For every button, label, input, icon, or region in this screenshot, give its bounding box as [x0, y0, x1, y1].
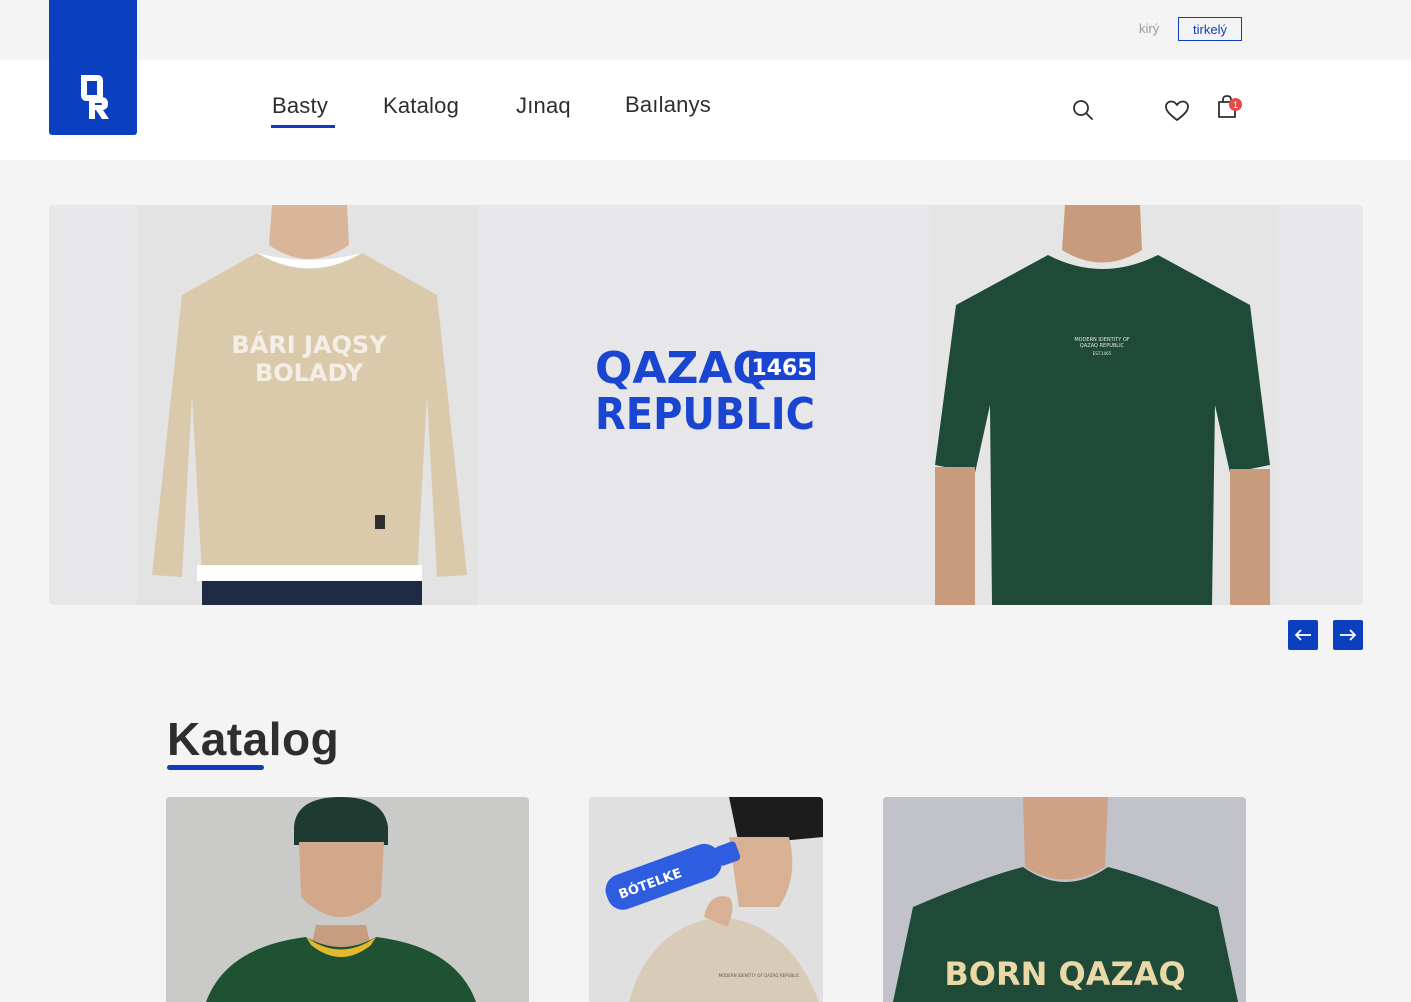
- qr-logo-icon: [81, 75, 109, 119]
- brand-line1: QAZAQ: [595, 345, 770, 394]
- right-print-line2: QAZAQ REPUBLIC: [1080, 343, 1125, 349]
- nav-item-catalog[interactable]: Katalog: [383, 93, 459, 119]
- site-logo[interactable]: [49, 0, 137, 135]
- nav-item-collection[interactable]: Jınaq: [516, 93, 571, 119]
- brand-line2: REPUBLIC: [595, 389, 815, 440]
- brand-year: 1465: [751, 356, 812, 381]
- catalog-title: Katalog: [167, 713, 340, 765]
- login-link[interactable]: kirý: [1139, 21, 1159, 36]
- hero-brand-logo: QAZAQ 1465 REPUBLIC: [595, 343, 825, 449]
- tshirt-illustration: MODERN IDENTITY OF QAZAQ REPUBLIC EST.14…: [930, 205, 1276, 605]
- heart-icon: [1165, 100, 1189, 121]
- nav-item-home[interactable]: Basty: [272, 93, 328, 119]
- nav-item-contact[interactable]: Baılanys: [625, 92, 711, 118]
- catalog-card-bottle[interactable]: BÓTELKE MODERN IDENTITY OF QAZAQ REPUBLI…: [589, 797, 823, 1002]
- left-print-line1: BÁRI JAQSY: [231, 330, 387, 359]
- nav-active-indicator: [271, 125, 335, 128]
- hero-image-sweatshirt: BÁRI JAQSY BOLADY: [137, 205, 478, 605]
- arrow-left-icon: [1294, 629, 1311, 641]
- search-icon: [1073, 100, 1093, 120]
- tee-print: MODERN IDENTITY OF QAZAQ REPUBLIC: [719, 973, 800, 978]
- tshirt-print: BORN QAZAQ: [944, 955, 1185, 993]
- arrow-right-icon: [1340, 629, 1357, 641]
- favorites-button[interactable]: [1164, 99, 1190, 127]
- catalog-card-sweatshirt[interactable]: [166, 797, 529, 1002]
- carousel-next-button[interactable]: [1333, 620, 1363, 650]
- top-utility-bar: kirý tirkelý: [0, 0, 1411, 60]
- cart-count-badge: 1: [1229, 98, 1242, 111]
- catalog-card-tshirt[interactable]: BORN QAZAQ: [883, 797, 1246, 1002]
- right-print-line3: EST.1465: [1093, 351, 1112, 356]
- card-sweatshirt-image: [166, 797, 529, 1002]
- register-button[interactable]: tirkelý: [1178, 17, 1242, 41]
- sweatshirt-illustration: BÁRI JAQSY BOLADY: [137, 205, 478, 605]
- hero-banner: BÁRI JAQSY BOLADY QAZAQ 1465 REPUBLIC MO…: [49, 205, 1363, 605]
- catalog-title-underline: [167, 765, 264, 770]
- hero-image-tshirt: MODERN IDENTITY OF QAZAQ REPUBLIC EST.14…: [930, 205, 1276, 605]
- left-print-line2: BOLADY: [255, 359, 364, 387]
- search-button[interactable]: [1071, 98, 1095, 126]
- carousel-prev-button[interactable]: [1288, 620, 1318, 650]
- card-tshirt-image: BORN QAZAQ: [883, 797, 1246, 1002]
- card-bottle-image: BÓTELKE MODERN IDENTITY OF QAZAQ REPUBLI…: [589, 797, 823, 1002]
